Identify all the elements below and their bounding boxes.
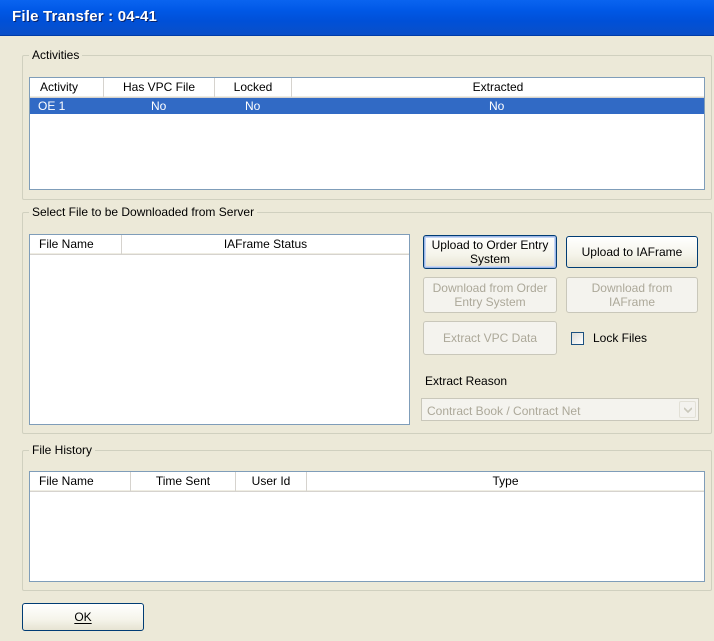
extract-vpc-data-button[interactable]: Extract VPC Data: [423, 321, 557, 355]
lock-files-checkbox[interactable]: [571, 332, 584, 345]
activities-legend: Activities: [32, 48, 80, 62]
download-file-header: File Name IAFrame Status: [30, 235, 409, 255]
cell-has-vpc-file: No: [151, 99, 167, 113]
column-file-name[interactable]: File Name: [30, 235, 122, 254]
activities-header: Activity Has VPC File Locked Extracted: [30, 78, 704, 98]
column-locked[interactable]: Locked: [215, 78, 292, 97]
column-time-sent[interactable]: Time Sent: [131, 472, 236, 491]
file-history-legend: File History: [32, 443, 93, 457]
extract-reason-value: Contract Book / Contract Net: [427, 404, 581, 418]
column-user-id[interactable]: User Id: [236, 472, 307, 491]
lock-files-label[interactable]: Lock Files: [593, 331, 647, 345]
extract-reason-label: Extract Reason: [425, 374, 508, 388]
cell-extracted: No: [489, 99, 505, 113]
extract-reason-select[interactable]: Contract Book / Contract Net: [421, 398, 699, 421]
upload-iaframe-button[interactable]: Upload to IAFrame: [566, 236, 698, 268]
column-extracted[interactable]: Extracted: [292, 78, 704, 97]
column-activity[interactable]: Activity: [30, 78, 104, 97]
file-transfer-dialog: File Transfer : 04-41 Activities Activit…: [0, 0, 714, 641]
download-legend: Select File to be Downloaded from Server: [32, 205, 255, 219]
download-iaframe-button[interactable]: Download from IAFrame: [566, 277, 698, 313]
column-type[interactable]: Type: [307, 472, 704, 491]
download-order-entry-button[interactable]: Download from Order Entry System: [423, 277, 557, 313]
window-title: File Transfer : 04-41: [12, 8, 158, 25]
upload-order-entry-button[interactable]: Upload to Order Entry System: [423, 235, 557, 269]
column-history-file-name[interactable]: File Name: [30, 472, 131, 491]
download-file-list[interactable]: File Name IAFrame Status: [29, 234, 410, 425]
cell-activity: OE 1: [38, 99, 66, 113]
file-history-header: File Name Time Sent User Id Type: [30, 472, 704, 492]
title-bar[interactable]: File Transfer : 04-41: [0, 0, 714, 36]
column-iaframe-status[interactable]: IAFrame Status: [122, 235, 409, 254]
cell-locked: No: [245, 99, 261, 113]
dropdown-arrow-icon[interactable]: [679, 401, 696, 418]
activities-list[interactable]: Activity Has VPC File Locked Extracted O…: [29, 77, 705, 190]
ok-button[interactable]: OK: [22, 603, 144, 631]
column-has-vpc-file[interactable]: Has VPC File: [104, 78, 215, 97]
file-history-list[interactable]: File Name Time Sent User Id Type: [29, 471, 705, 582]
activity-row[interactable]: OE 1 No No No: [30, 98, 704, 114]
